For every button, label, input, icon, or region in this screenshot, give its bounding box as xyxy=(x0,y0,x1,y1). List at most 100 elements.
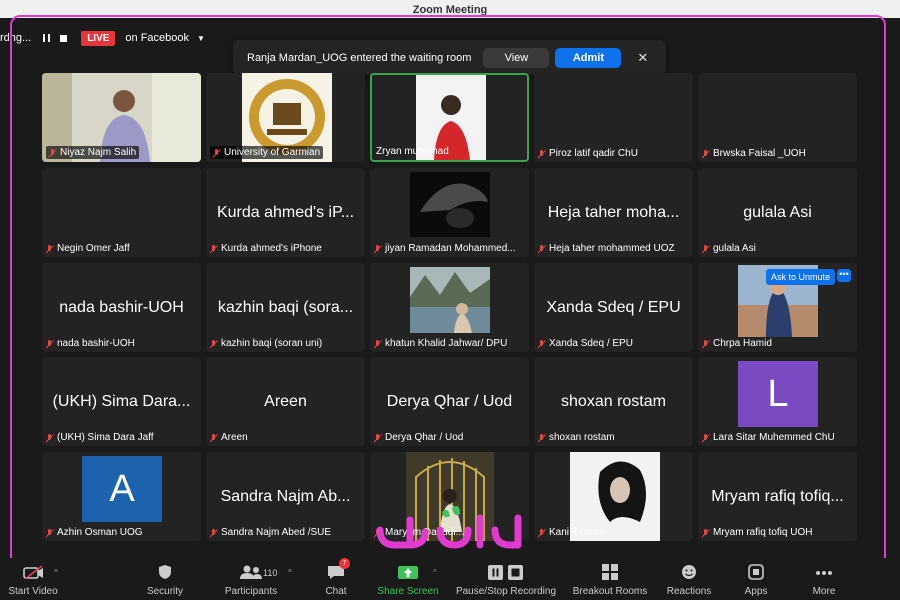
participant-tile[interactable]: Derya Qhar / Uod Derya Qhar / Uod xyxy=(370,357,529,446)
participant-name: kazhin baqi (soran uni) xyxy=(210,338,322,349)
mic-muted-icon xyxy=(538,528,545,537)
participant-name: Areen xyxy=(210,432,248,443)
notification-text: Ranja Mardan_UOG entered the waiting roo… xyxy=(247,51,472,64)
participant-name: Azhin Osman UOG xyxy=(46,527,143,538)
more-options-icon[interactable]: ••• xyxy=(837,269,851,282)
view-button[interactable]: View xyxy=(483,47,550,68)
participant-name: Chrpa Hamid xyxy=(702,338,772,349)
share-screen-button[interactable]: ^ Share Screen xyxy=(372,558,444,600)
close-icon[interactable]: ✕ xyxy=(637,50,648,66)
participant-tile[interactable]: Kani Ibrahim xyxy=(534,452,693,541)
participant-video xyxy=(410,267,490,333)
ask-to-unmute-button[interactable]: Ask to Unmute xyxy=(765,269,835,285)
mic-muted-icon xyxy=(374,433,381,442)
participant-tile[interactable]: A Azhin Osman UOG xyxy=(42,452,201,541)
channel-logo-watermark xyxy=(376,506,522,549)
mic-muted-icon xyxy=(210,339,217,348)
pause-stop-recording-button[interactable]: Pause/Stop Recording xyxy=(450,558,562,600)
participant-name: Xanda Sdeq / EPU xyxy=(538,338,633,349)
participant-tile[interactable]: Ask to Unmute ••• Chrpa Hamid xyxy=(698,263,857,352)
participant-avatar: A xyxy=(82,456,162,522)
participant-name: Mryam rafiq tofiq UOH xyxy=(702,527,812,538)
mic-muted-icon xyxy=(702,339,709,348)
reactions-button[interactable]: Reactions xyxy=(656,558,722,600)
participant-display-name: Areen xyxy=(264,393,307,410)
participant-tile[interactable]: Brwska Faisal _UOH xyxy=(698,73,857,162)
chevron-down-icon[interactable]: ▼ xyxy=(197,34,205,43)
participant-tile[interactable]: L Lara Sitar Muhemmed ChU xyxy=(698,357,857,446)
mic-muted-icon xyxy=(538,149,545,158)
participant-tile[interactable]: Sandra Najm Ab... Sandra Najm Abed /SUE xyxy=(206,452,365,541)
participant-name: Niyaz Najm Salih xyxy=(46,146,140,159)
gallery-view: Niyaz Najm Salih University of Garmian Z… xyxy=(42,73,860,541)
participant-name: Sandra Najm Abed /SUE xyxy=(210,527,331,538)
participant-name: Zryan muhamad xyxy=(376,146,449,157)
participant-tile[interactable]: kazhin baqi (sora... kazhin baqi (soran … xyxy=(206,263,365,352)
video-off-icon xyxy=(23,565,43,580)
participant-tile[interactable]: nada bashir-UOH nada bashir-UOH xyxy=(42,263,201,352)
participant-tile[interactable]: khatun Khalid Jahwar/ DPU xyxy=(370,263,529,352)
stop-recording-icon[interactable] xyxy=(60,34,68,42)
admit-button[interactable]: Admit xyxy=(555,47,622,68)
start-video-button[interactable]: ^ Start Video xyxy=(0,558,66,600)
participant-display-name: Mryam rafiq tofiq... xyxy=(711,488,844,505)
participant-tile[interactable]: Niyaz Najm Salih xyxy=(42,73,201,162)
live-badge[interactable]: LIVE xyxy=(81,30,116,46)
participant-tile[interactable]: Areen Areen xyxy=(206,357,365,446)
participant-name: University of Garmian xyxy=(210,146,324,159)
apps-icon xyxy=(748,564,764,580)
chevron-up-icon[interactable]: ^ xyxy=(54,568,58,577)
participant-name: nada bashir-UOH xyxy=(46,338,135,349)
mic-muted-icon xyxy=(46,528,53,537)
participant-tile[interactable]: Mryam rafiq tofiq... Mryam rafiq tofiq U… xyxy=(698,452,857,541)
participant-name: Derya Qhar / Uod xyxy=(374,432,463,443)
participant-tile[interactable]: Kurda ahmed's iP... Kurda ahmed's iPhone xyxy=(206,168,365,257)
mic-muted-icon xyxy=(702,149,709,158)
participant-tile[interactable]: Heja taher moha... Heja taher mohammed U… xyxy=(534,168,693,257)
more-button[interactable]: More xyxy=(796,558,852,600)
participant-display-name: kazhin baqi (sora... xyxy=(217,299,354,316)
participant-tile-active-speaker[interactable]: Zryan muhamad xyxy=(370,73,529,162)
participants-icon xyxy=(240,565,262,579)
livestream-destination[interactable]: on Facebook xyxy=(125,32,189,44)
participant-tile[interactable]: Piroz latif qadir ChU xyxy=(534,73,693,162)
share-screen-icon xyxy=(398,566,418,579)
participant-display-name: gulala Asi xyxy=(743,204,812,221)
participant-name: Piroz latif qadir ChU xyxy=(538,148,638,159)
participant-name: (UKH) Sima Dara Jaff xyxy=(46,432,154,443)
participant-display-name: Heja taher moha... xyxy=(547,204,680,221)
security-button[interactable]: Security xyxy=(130,558,200,600)
participant-name: Lara Sitar Muhemmed ChU xyxy=(702,432,835,443)
mic-muted-icon xyxy=(210,244,217,253)
meeting-toolbar: ^ Start Video Security 110 ^ Participant… xyxy=(0,558,900,600)
participant-tile[interactable]: (UKH) Sima Dara... (UKH) Sima Dara Jaff xyxy=(42,357,201,446)
mic-muted-icon xyxy=(210,528,217,537)
mic-muted-icon xyxy=(46,433,53,442)
participant-display-name: Sandra Najm Ab... xyxy=(220,488,351,505)
participant-tile[interactable]: gulala Asi gulala Asi xyxy=(698,168,857,257)
chevron-up-icon[interactable]: ^ xyxy=(288,568,292,577)
apps-button[interactable]: Apps xyxy=(728,558,784,600)
participants-button[interactable]: 110 ^ Participants xyxy=(216,558,292,600)
participant-tile[interactable]: Xanda Sdeq / EPU Xanda Sdeq / EPU xyxy=(534,263,693,352)
participant-tile[interactable]: shoxan rostam shoxan rostam xyxy=(534,357,693,446)
breakout-rooms-button[interactable]: Breakout Rooms xyxy=(568,558,652,600)
participant-tile[interactable]: University of Garmian xyxy=(206,73,365,162)
participant-display-name: nada bashir-UOH xyxy=(59,299,184,316)
participant-tile[interactable]: jiyan Ramadan Mohammed... xyxy=(370,168,529,257)
waiting-room-notification: Ranja Mardan_UOG entered the waiting roo… xyxy=(233,40,666,75)
chevron-up-icon[interactable]: ^ xyxy=(433,568,437,577)
mic-muted-icon xyxy=(702,433,709,442)
participant-name: shoxan rostam xyxy=(538,432,615,443)
participant-name: Kurda ahmed's iPhone xyxy=(210,243,322,254)
pause-recording-icon[interactable] xyxy=(43,34,51,42)
participant-tile[interactable]: Negin Omer Jaff xyxy=(42,168,201,257)
participant-name: Heja taher mohammed UOZ xyxy=(538,243,675,254)
mic-muted-icon xyxy=(49,148,56,157)
participant-name: Kani Ibrahim xyxy=(538,527,605,538)
participant-name: Negin Omer Jaff xyxy=(46,243,130,254)
chat-button[interactable]: 7 Chat xyxy=(306,558,366,600)
mic-muted-icon xyxy=(538,339,545,348)
participant-name: jiyan Ramadan Mohammed... xyxy=(374,243,516,254)
window-title: Zoom Meeting xyxy=(0,0,900,18)
